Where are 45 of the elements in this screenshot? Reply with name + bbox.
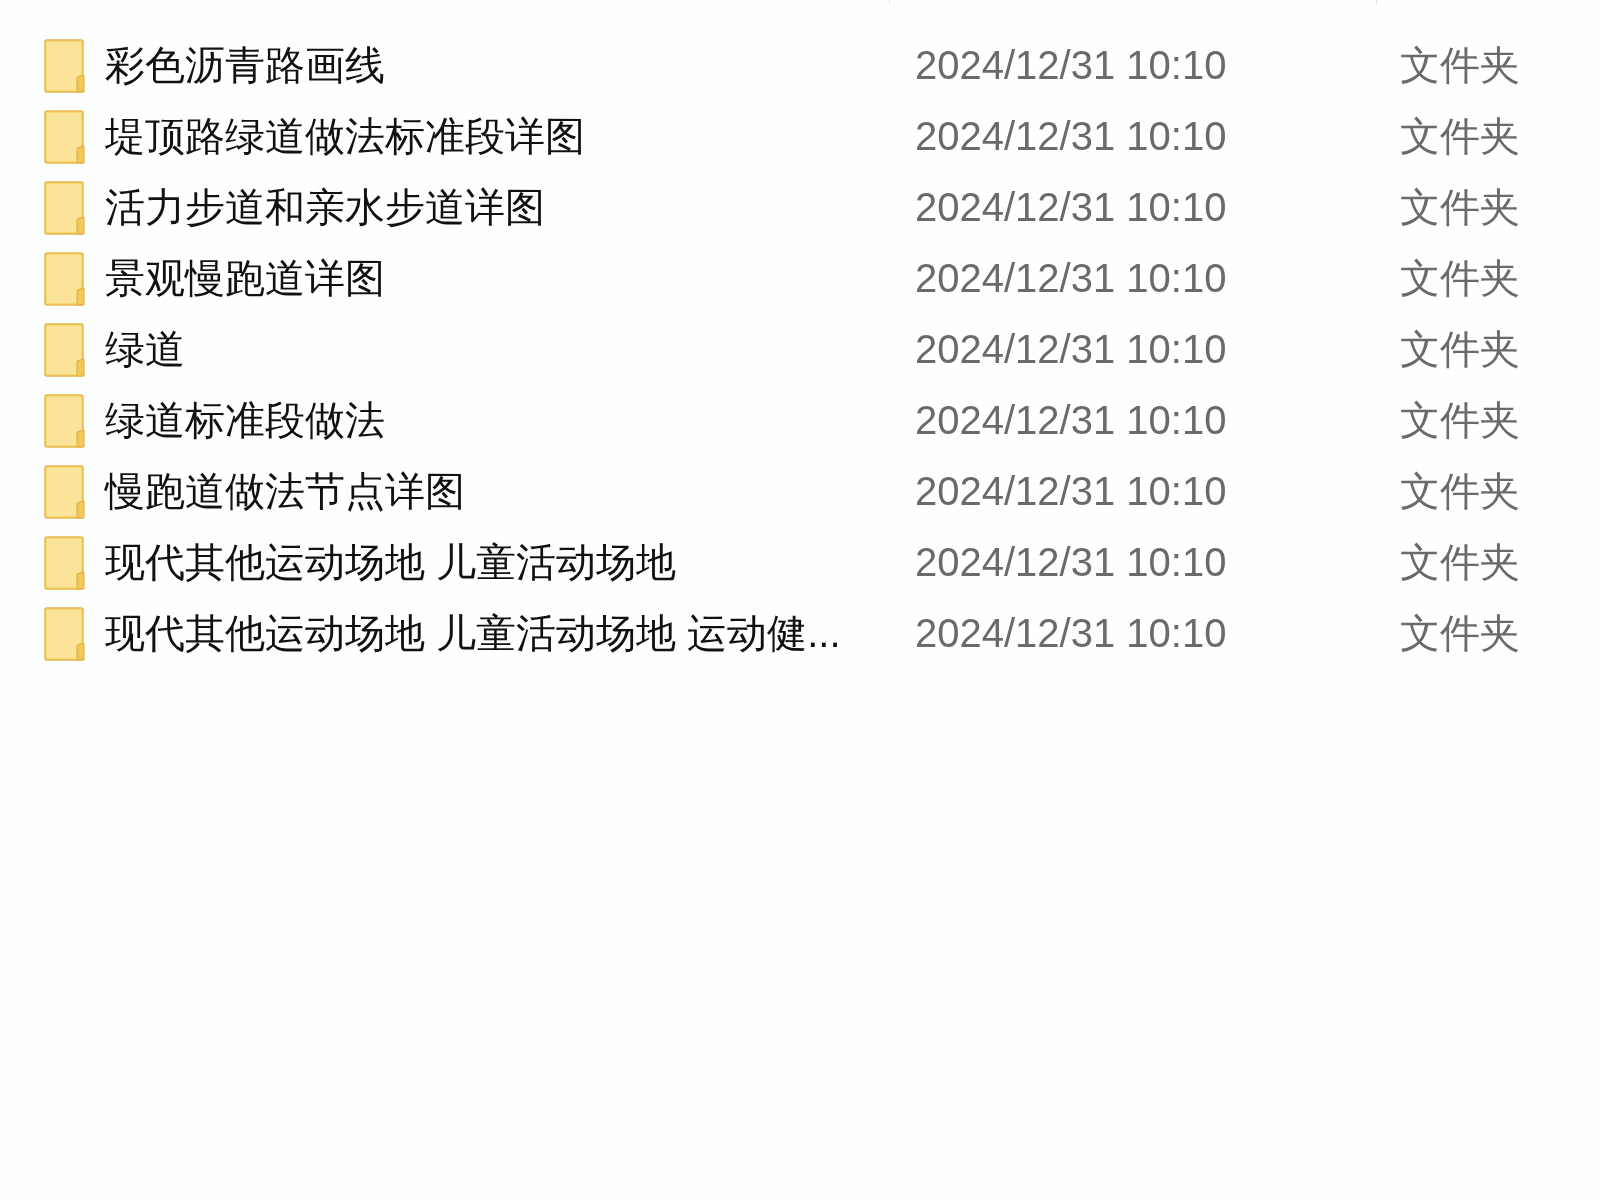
folder-row[interactable]: 慢跑道做法节点详图 2024/12/31 10:10 文件夹 bbox=[0, 456, 1600, 527]
folder-name: 堤顶路绿道做法标准段详图 bbox=[105, 113, 586, 160]
folder-icon bbox=[44, 109, 86, 164]
modified-date: 2024/12/31 10:10 bbox=[915, 398, 1228, 443]
folder-row[interactable]: 彩色沥青路画线 2024/12/31 10:10 文件夹 bbox=[0, 30, 1600, 101]
item-type: 文件夹 bbox=[1400, 468, 1521, 515]
modified-date: 2024/12/31 10:10 bbox=[915, 469, 1228, 514]
modified-date: 2024/12/31 10:10 bbox=[915, 611, 1228, 656]
modified-date: 2024/12/31 10:10 bbox=[915, 327, 1228, 372]
folder-name: 现代其他运动场地 儿童活动场地 bbox=[105, 539, 678, 586]
folder-row[interactable]: 绿道 2024/12/31 10:10 文件夹 bbox=[0, 314, 1600, 385]
modified-date: 2024/12/31 10:10 bbox=[915, 43, 1228, 88]
folder-icon bbox=[44, 606, 86, 661]
folder-name: 绿道 bbox=[105, 326, 186, 373]
folder-icon bbox=[44, 393, 86, 448]
modified-date: 2024/12/31 10:10 bbox=[915, 185, 1228, 230]
folder-name: 活力步道和亲水步道详图 bbox=[105, 184, 546, 231]
folder-name: 慢跑道做法节点详图 bbox=[105, 468, 466, 515]
folder-row[interactable]: 现代其他运动场地 儿童活动场地 2024/12/31 10:10 文件夹 bbox=[0, 527, 1600, 598]
folder-icon bbox=[44, 322, 86, 377]
folder-row[interactable]: 绿道标准段做法 2024/12/31 10:10 文件夹 bbox=[0, 385, 1600, 456]
item-type: 文件夹 bbox=[1400, 326, 1521, 373]
folder-row[interactable]: 现代其他运动场地 儿童活动场地 运动健... 2024/12/31 10:10 文件夹 bbox=[0, 598, 1600, 669]
modified-date: 2024/12/31 10:10 bbox=[915, 114, 1228, 159]
folder-row[interactable]: 堤顶路绿道做法标准段详图 2024/12/31 10:10 文件夹 bbox=[0, 101, 1600, 172]
folder-name: 彩色沥青路画线 bbox=[105, 42, 386, 89]
item-type: 文件夹 bbox=[1400, 397, 1521, 444]
item-type: 文件夹 bbox=[1400, 42, 1521, 89]
folder-row[interactable]: 活力步道和亲水步道详图 2024/12/31 10:10 文件夹 bbox=[0, 172, 1600, 243]
folder-icon bbox=[44, 251, 86, 306]
modified-date: 2024/12/31 10:10 bbox=[915, 256, 1228, 301]
folder-name: 景观慢跑道详图 bbox=[105, 255, 386, 302]
item-type: 文件夹 bbox=[1400, 255, 1521, 302]
folder-icon bbox=[44, 535, 86, 590]
folder-icon bbox=[44, 38, 86, 93]
folder-icon bbox=[44, 464, 86, 519]
item-type: 文件夹 bbox=[1400, 610, 1521, 657]
item-type: 文件夹 bbox=[1400, 113, 1521, 160]
folder-icon bbox=[44, 180, 86, 235]
folder-name: 现代其他运动场地 儿童活动场地 运动健... bbox=[105, 610, 842, 657]
folder-name: 绿道标准段做法 bbox=[105, 397, 386, 444]
item-type: 文件夹 bbox=[1400, 184, 1521, 231]
folder-row[interactable]: 景观慢跑道详图 2024/12/31 10:10 文件夹 bbox=[0, 243, 1600, 314]
modified-date: 2024/12/31 10:10 bbox=[915, 540, 1228, 585]
item-type: 文件夹 bbox=[1400, 539, 1521, 586]
